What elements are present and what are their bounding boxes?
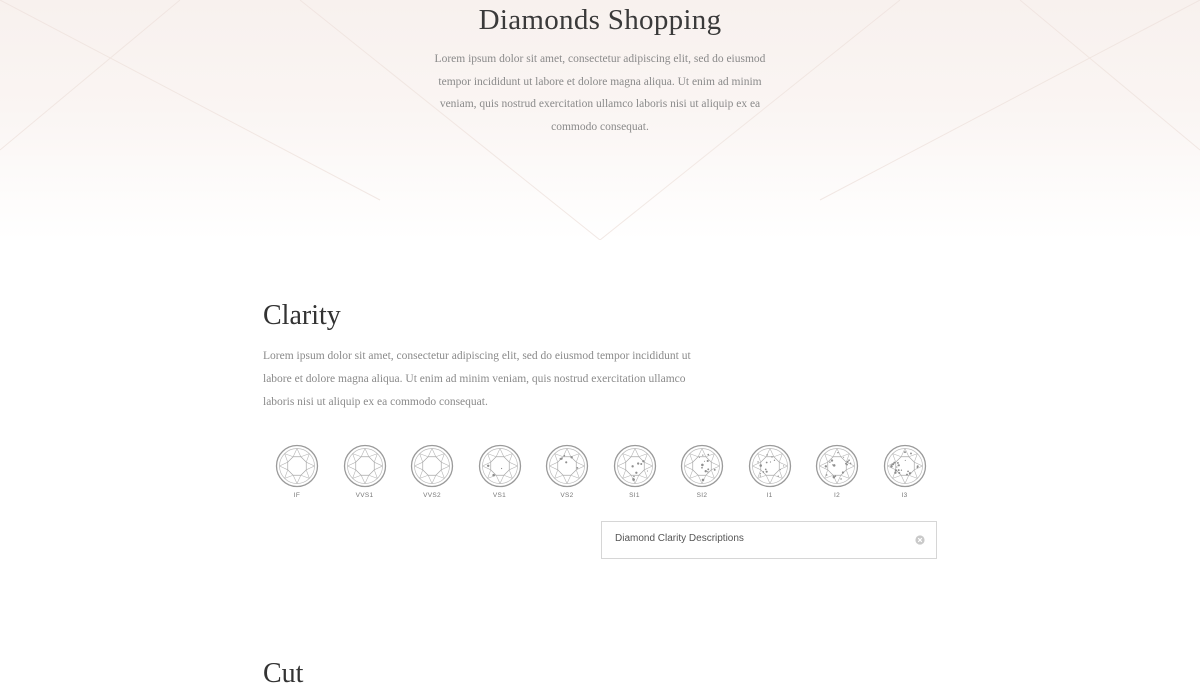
clarity-grade-item[interactable]: VS1 bbox=[466, 444, 534, 499]
diamond-clarity-icon bbox=[748, 444, 791, 488]
clarity-grade-label: I2 bbox=[833, 492, 841, 499]
accordion-title: Diamond Clarity Descriptions bbox=[615, 533, 744, 544]
page-title: Diamonds Shopping bbox=[478, 4, 722, 36]
clarity-grade-item[interactable]: I3 bbox=[871, 444, 939, 499]
clarity-grade-list: IF VVS1 VVS2 VS1 VS2 SI1 SI2 I1 I2 I3 bbox=[263, 444, 943, 504]
diamond-clarity-icon bbox=[815, 444, 859, 488]
diamond-clarity-icon bbox=[478, 444, 521, 488]
clarity-grade-label: IF bbox=[293, 492, 301, 499]
clarity-grade-label: VVS2 bbox=[423, 492, 441, 499]
hero-description: Lorem ipsum dolor sit amet, consectetur … bbox=[434, 53, 766, 133]
clarity-grade-item[interactable]: VS2 bbox=[533, 444, 601, 499]
diamond-clarity-icon bbox=[545, 444, 589, 488]
clarity-grade-item[interactable]: VVS2 bbox=[398, 444, 466, 499]
diamond-clarity-icon bbox=[883, 444, 926, 488]
clarity-grade-label: VVS1 bbox=[355, 492, 374, 499]
diamond-clarity-icon bbox=[613, 444, 656, 488]
clarity-grade-item[interactable]: SI2 bbox=[668, 444, 736, 499]
diamond-clarity-icon bbox=[275, 444, 319, 488]
clarity-description: Lorem ipsum dolor sit amet, consectetur … bbox=[263, 350, 691, 408]
cut-heading: Cut bbox=[263, 658, 304, 689]
diamond-clarity-icon bbox=[410, 444, 454, 488]
clarity-grade-item[interactable]: IF bbox=[263, 444, 331, 499]
clarity-grade-label: SI1 bbox=[629, 492, 640, 499]
clarity-grade-label: SI2 bbox=[696, 492, 708, 499]
clarity-heading: Clarity bbox=[263, 300, 341, 331]
clarity-grade-item[interactable]: I2 bbox=[803, 444, 871, 499]
clarity-grade-item[interactable]: VVS1 bbox=[331, 444, 399, 499]
diamond-clarity-icon bbox=[680, 444, 724, 488]
close-circle-icon[interactable] bbox=[915, 535, 925, 545]
clarity-descriptions-toggle[interactable]: Diamond Clarity Descriptions bbox=[601, 521, 937, 559]
clarity-grade-item[interactable]: I1 bbox=[736, 444, 804, 499]
clarity-grade-label: VS2 bbox=[560, 492, 574, 499]
clarity-grade-label: I1 bbox=[766, 492, 773, 499]
clarity-grade-label: VS1 bbox=[492, 492, 507, 499]
diamond-clarity-icon bbox=[343, 444, 386, 488]
clarity-grade-item[interactable]: SI1 bbox=[601, 444, 669, 499]
clarity-grade-label: I3 bbox=[901, 492, 908, 499]
